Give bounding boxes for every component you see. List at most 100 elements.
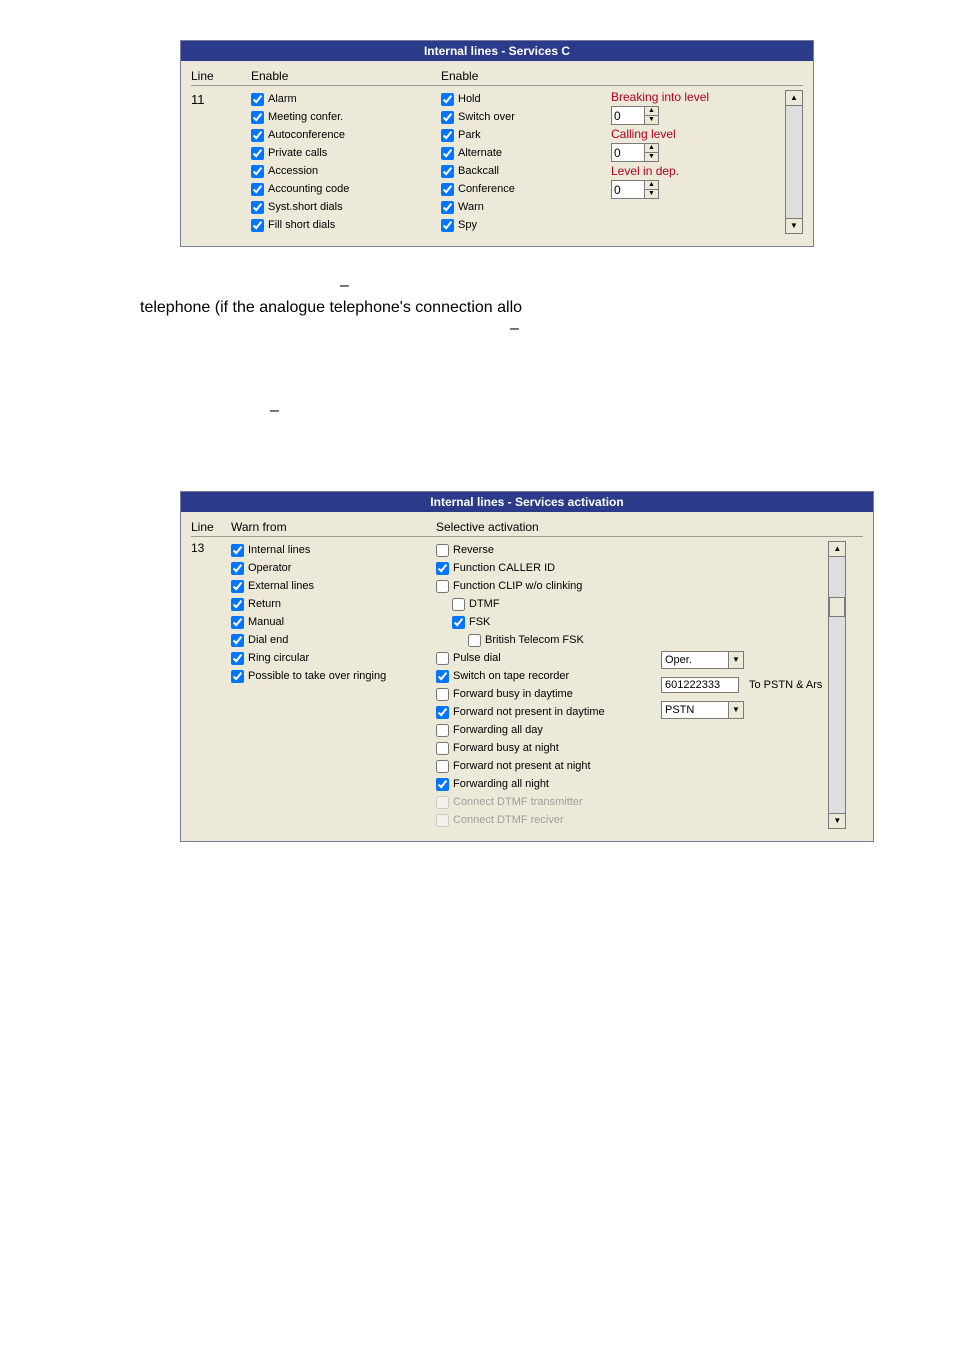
services-c-a-checkbox[interactable] bbox=[251, 165, 264, 178]
services-c-a-checkbox[interactable] bbox=[251, 219, 264, 232]
services-c-b-row[interactable]: Switch over bbox=[441, 108, 611, 126]
services-c-a-row[interactable]: Meeting confer. bbox=[251, 108, 441, 126]
spinner-up-icon[interactable]: ▲ bbox=[645, 144, 658, 153]
selective-activation-row[interactable]: Function CALLER ID bbox=[436, 559, 661, 577]
spinner-up-icon[interactable]: ▲ bbox=[645, 181, 658, 190]
selective-activation-checkbox[interactable] bbox=[436, 544, 449, 557]
warn-from-row[interactable]: External lines bbox=[231, 577, 436, 595]
selective-activation-row[interactable]: Forward busy in daytime bbox=[436, 685, 661, 703]
selective-activation-checkbox[interactable] bbox=[436, 562, 449, 575]
warn-from-row[interactable]: Dial end bbox=[231, 631, 436, 649]
spinner-down-icon[interactable]: ▼ bbox=[645, 116, 658, 124]
services-c-b-row[interactable]: Conference bbox=[441, 180, 611, 198]
spinner-input[interactable] bbox=[612, 182, 644, 198]
oper-dropdown-value[interactable] bbox=[662, 653, 728, 667]
warn-from-checkbox[interactable] bbox=[231, 670, 244, 683]
selective-activation-checkbox[interactable] bbox=[436, 814, 449, 827]
services-c-b-row[interactable]: Park bbox=[441, 126, 611, 144]
chevron-down-icon[interactable]: ▼ bbox=[728, 702, 743, 718]
selective-activation-checkbox[interactable] bbox=[468, 634, 481, 647]
selective-activation-checkbox[interactable] bbox=[436, 670, 449, 683]
selective-activation-checkbox[interactable] bbox=[436, 724, 449, 737]
selective-activation-row[interactable]: Forward busy at night bbox=[436, 739, 661, 757]
oper-dropdown[interactable]: ▼ bbox=[661, 651, 744, 669]
selective-activation-row[interactable]: Function CLIP w/o clinking bbox=[436, 577, 661, 595]
selective-activation-checkbox[interactable] bbox=[436, 760, 449, 773]
warn-from-row[interactable]: Ring circular bbox=[231, 649, 436, 667]
forwarding-number-input[interactable] bbox=[661, 677, 739, 693]
scroll-thumb[interactable] bbox=[829, 597, 845, 617]
selective-activation-row[interactable]: FSK bbox=[436, 613, 661, 631]
services-c-a-row[interactable]: Fill short dials bbox=[251, 216, 441, 234]
services-c-b-row[interactable]: Spy bbox=[441, 216, 611, 234]
warn-from-checkbox[interactable] bbox=[231, 580, 244, 593]
services-c-b-row[interactable]: Alternate bbox=[441, 144, 611, 162]
services-c-a-checkbox[interactable] bbox=[251, 93, 264, 106]
warn-from-row[interactable]: Manual bbox=[231, 613, 436, 631]
warn-from-row[interactable]: Operator bbox=[231, 559, 436, 577]
warn-from-checkbox[interactable] bbox=[231, 652, 244, 665]
warn-from-row[interactable]: Internal lines bbox=[231, 541, 436, 559]
services-c-a-row[interactable]: Private calls bbox=[251, 144, 441, 162]
services-c-a-checkbox[interactable] bbox=[251, 183, 264, 196]
services-c-a-row[interactable]: Autoconference bbox=[251, 126, 441, 144]
selective-activation-row[interactable]: Connect DTMF reciver bbox=[436, 811, 661, 829]
scroll-down-icon[interactable]: ▼ bbox=[829, 813, 845, 828]
services-c-b-checkbox[interactable] bbox=[441, 129, 454, 142]
spinner-input[interactable] bbox=[612, 108, 644, 124]
warn-from-row[interactable]: Return bbox=[231, 595, 436, 613]
services-c-b-row[interactable]: Hold bbox=[441, 90, 611, 108]
warn-from-checkbox[interactable] bbox=[231, 616, 244, 629]
scroll-up-icon[interactable]: ▲ bbox=[786, 91, 802, 106]
services-c-b-checkbox[interactable] bbox=[441, 111, 454, 124]
services-c-a-row[interactable]: Accession bbox=[251, 162, 441, 180]
services-c-a-checkbox[interactable] bbox=[251, 147, 264, 160]
selective-activation-row[interactable]: Pulse dial bbox=[436, 649, 661, 667]
services-c-a-checkbox[interactable] bbox=[251, 129, 264, 142]
services-c-b-checkbox[interactable] bbox=[441, 147, 454, 160]
selective-activation-checkbox[interactable] bbox=[452, 598, 465, 611]
services-c-a-row[interactable]: Alarm bbox=[251, 90, 441, 108]
services-c-a-checkbox[interactable] bbox=[251, 201, 264, 214]
spinner-down-icon[interactable]: ▼ bbox=[645, 153, 658, 161]
selective-activation-row[interactable]: Switch on tape recorder bbox=[436, 667, 661, 685]
services-c-b-row[interactable]: Warn bbox=[441, 198, 611, 216]
pstn-dropdown-value[interactable] bbox=[662, 703, 728, 717]
level-spinner[interactable]: ▲▼ bbox=[611, 180, 659, 199]
selective-activation-checkbox[interactable] bbox=[436, 688, 449, 701]
spinner-up-icon[interactable]: ▲ bbox=[645, 107, 658, 116]
warn-from-checkbox[interactable] bbox=[231, 634, 244, 647]
services-c-a-row[interactable]: Syst.short dials bbox=[251, 198, 441, 216]
level-spinner[interactable]: ▲▼ bbox=[611, 143, 659, 162]
warn-from-row[interactable]: Possible to take over ringing bbox=[231, 667, 436, 685]
selective-activation-row[interactable]: Connect DTMF transmitter bbox=[436, 793, 661, 811]
scroll-up-icon[interactable]: ▲ bbox=[829, 542, 845, 557]
selective-activation-checkbox[interactable] bbox=[436, 742, 449, 755]
services-c-b-row[interactable]: Backcall bbox=[441, 162, 611, 180]
level-spinner[interactable]: ▲▼ bbox=[611, 106, 659, 125]
selective-activation-row[interactable]: DTMF bbox=[436, 595, 661, 613]
panel2-scrollbar[interactable]: ▲ ▼ bbox=[828, 541, 846, 829]
services-c-a-row[interactable]: Accounting code bbox=[251, 180, 441, 198]
services-c-b-checkbox[interactable] bbox=[441, 219, 454, 232]
selective-activation-row[interactable]: British Telecom FSK bbox=[436, 631, 661, 649]
services-c-a-checkbox[interactable] bbox=[251, 111, 264, 124]
warn-from-checkbox[interactable] bbox=[231, 544, 244, 557]
selective-activation-row[interactable]: Forwarding all day bbox=[436, 721, 661, 739]
warn-from-checkbox[interactable] bbox=[231, 598, 244, 611]
selective-activation-checkbox[interactable] bbox=[436, 580, 449, 593]
services-c-b-checkbox[interactable] bbox=[441, 183, 454, 196]
selective-activation-checkbox[interactable] bbox=[436, 652, 449, 665]
selective-activation-row[interactable]: Forward not present in daytime bbox=[436, 703, 661, 721]
services-c-b-checkbox[interactable] bbox=[441, 165, 454, 178]
selective-activation-checkbox[interactable] bbox=[436, 706, 449, 719]
spinner-down-icon[interactable]: ▼ bbox=[645, 190, 658, 198]
panel1-scrollbar[interactable]: ▲ ▼ bbox=[785, 90, 803, 234]
selective-activation-row[interactable]: Reverse bbox=[436, 541, 661, 559]
services-c-b-checkbox[interactable] bbox=[441, 93, 454, 106]
selective-activation-row[interactable]: Forward not present at night bbox=[436, 757, 661, 775]
services-c-b-checkbox[interactable] bbox=[441, 201, 454, 214]
warn-from-checkbox[interactable] bbox=[231, 562, 244, 575]
selective-activation-checkbox[interactable] bbox=[436, 796, 449, 809]
pstn-dropdown[interactable]: ▼ bbox=[661, 701, 744, 719]
